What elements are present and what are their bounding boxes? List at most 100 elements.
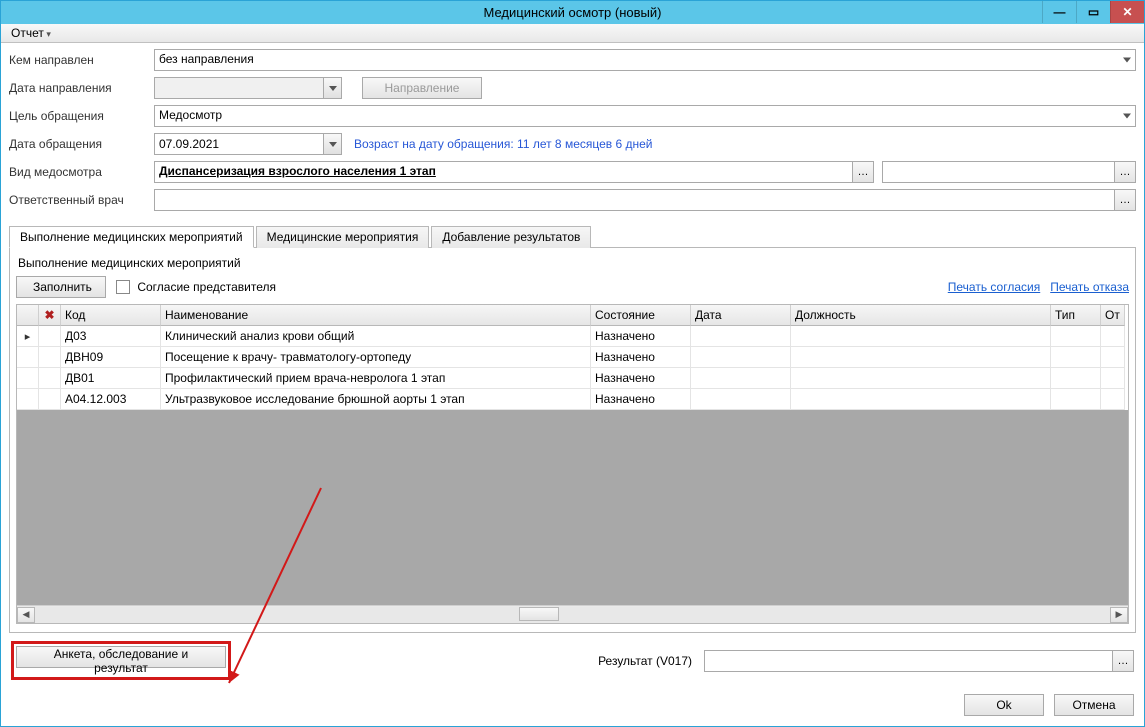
col-date[interactable]: Дата	[691, 305, 791, 326]
examtype-label: Вид медосмотра	[9, 165, 154, 179]
cell-state: Назначено	[591, 389, 691, 410]
tab-execution[interactable]: Выполнение медицинских мероприятий	[9, 226, 254, 248]
section-title: Выполнение медицинских мероприятий	[18, 256, 1129, 270]
cell-state: Назначено	[591, 347, 691, 368]
cell-name: Профилактический прием врача-невролога 1…	[161, 368, 591, 389]
result-label: Результат (V017)	[598, 654, 692, 668]
scroll-left-icon[interactable]: ◀	[17, 607, 35, 623]
fill-button[interactable]: Заполнить	[16, 276, 106, 298]
survey-button[interactable]: Анкета, обследование и результат	[16, 646, 226, 668]
result-browse-icon[interactable]: …	[1112, 650, 1134, 672]
cell-state: Назначено	[591, 368, 691, 389]
window-buttons: — ▭ ✕	[1042, 1, 1144, 23]
grid-hscroll[interactable]: ◀ ▶	[17, 605, 1128, 623]
tab-add-results[interactable]: Добавление результатов	[431, 226, 591, 248]
table-row[interactable]: ДВН09Посещение к врачу- травматологу-орт…	[17, 347, 1128, 368]
age-hint: Возраст на дату обращения: 11 лет 8 меся…	[354, 137, 653, 151]
table-row[interactable]: ДВ01Профилактический прием врача-невроло…	[17, 368, 1128, 389]
refdate-dropdown-icon[interactable]	[324, 77, 342, 99]
consent-checkbox-wrap[interactable]: Согласие представителя	[116, 280, 276, 295]
col-indicator	[17, 305, 39, 326]
print-refusal-link[interactable]: Печать отказа	[1050, 280, 1129, 294]
close-button[interactable]: ✕	[1110, 1, 1144, 23]
cell-state: Назначено	[591, 326, 691, 347]
doctor-input[interactable]	[154, 189, 1114, 211]
referrer-select[interactable]: без направления	[154, 49, 1136, 71]
referrer-label: Кем направлен	[9, 53, 154, 67]
table-row[interactable]: ▸Д03Клинический анализ крови общийНазнач…	[17, 326, 1128, 347]
col-state[interactable]: Состояние	[591, 305, 691, 326]
cell-date	[691, 326, 791, 347]
cell-position	[791, 347, 1051, 368]
cell-type	[1051, 389, 1101, 410]
consent-label: Согласие представителя	[137, 280, 276, 294]
form-area: Кем направлен без направления Дата напра…	[1, 43, 1144, 221]
purpose-value: Медосмотр	[159, 108, 222, 122]
window-root: Медицинский осмотр (новый) — ▭ ✕ Отчет К…	[0, 0, 1145, 727]
cancel-button[interactable]: Отмена	[1054, 694, 1134, 716]
col-code[interactable]: Код	[61, 305, 161, 326]
examtype-browse-icon[interactable]: …	[852, 161, 874, 183]
purpose-label: Цель обращения	[9, 109, 154, 123]
tab-activities[interactable]: Медицинские мероприятия	[256, 226, 430, 248]
menu-report[interactable]: Отчет	[7, 24, 55, 42]
scroll-track[interactable]	[35, 607, 1110, 623]
visitdate-input[interactable]	[154, 133, 324, 155]
cell-name: Посещение к врачу- травматологу-ортопеду	[161, 347, 591, 368]
grid: ✖ Код Наименование Состояние Дата Должно…	[16, 304, 1129, 624]
print-consent-link[interactable]: Печать согласия	[948, 280, 1040, 294]
col-position[interactable]: Должность	[791, 305, 1051, 326]
consent-checkbox[interactable]	[116, 280, 130, 294]
col-ot[interactable]: От	[1101, 305, 1125, 326]
minimize-button[interactable]: —	[1042, 1, 1076, 23]
visitdate-dropdown-icon[interactable]	[324, 133, 342, 155]
referrer-value: без направления	[159, 52, 254, 66]
examtype-value: Диспансеризация взрослого населения 1 эт…	[159, 164, 436, 178]
cell-date	[691, 389, 791, 410]
cell-type	[1051, 347, 1101, 368]
col-name[interactable]: Наименование	[161, 305, 591, 326]
refdate-input[interactable]	[154, 77, 324, 99]
referral-button[interactable]: Направление	[362, 77, 482, 99]
grid-body: ▸Д03Клинический анализ крови общийНазнач…	[17, 326, 1128, 410]
ok-button[interactable]: Ok	[964, 694, 1044, 716]
maximize-button[interactable]: ▭	[1076, 1, 1110, 23]
cell-position	[791, 389, 1051, 410]
result-input[interactable]	[704, 650, 1112, 672]
row-indicator	[17, 347, 39, 368]
row-delete-cell	[39, 326, 61, 347]
cell-ot	[1101, 368, 1125, 389]
row-indicator	[17, 368, 39, 389]
cell-name: Клинический анализ крови общий	[161, 326, 591, 347]
cell-name: Ультразвуковое исследование брюшной аорт…	[161, 389, 591, 410]
row-indicator	[17, 389, 39, 410]
doctor-browse-icon[interactable]: …	[1114, 189, 1136, 211]
cell-position	[791, 368, 1051, 389]
cell-type	[1051, 326, 1101, 347]
menubar: Отчет	[1, 24, 1144, 43]
cell-ot	[1101, 389, 1125, 410]
cell-date	[691, 368, 791, 389]
dialog-buttons: Ok Отмена	[1, 688, 1144, 726]
window-title: Медицинский осмотр (новый)	[1, 5, 1144, 20]
tab-content: Выполнение медицинских мероприятий Запол…	[9, 248, 1136, 633]
titlebar: Медицинский осмотр (новый) — ▭ ✕	[1, 1, 1144, 24]
cell-type	[1051, 368, 1101, 389]
doctor-label: Ответственный врач	[9, 193, 154, 207]
row-delete-cell	[39, 368, 61, 389]
cell-ot	[1101, 326, 1125, 347]
row-delete-cell	[39, 389, 61, 410]
examtype2-input[interactable]	[882, 161, 1114, 183]
col-delete-icon[interactable]: ✖	[39, 305, 61, 326]
scroll-thumb[interactable]	[519, 607, 559, 621]
tabs: Выполнение медицинских мероприятий Медиц…	[9, 225, 1136, 248]
purpose-select[interactable]: Медосмотр	[154, 105, 1136, 127]
examtype2-browse-icon[interactable]: …	[1114, 161, 1136, 183]
visitdate-label: Дата обращения	[9, 137, 154, 151]
col-type[interactable]: Тип	[1051, 305, 1101, 326]
table-row[interactable]: А04.12.003Ультразвуковое исследование бр…	[17, 389, 1128, 410]
highlight-annotation: Анкета, обследование и результат	[11, 641, 231, 680]
examtype-input[interactable]: Диспансеризация взрослого населения 1 эт…	[154, 161, 852, 183]
cell-code: А04.12.003	[61, 389, 161, 410]
scroll-right-icon[interactable]: ▶	[1110, 607, 1128, 623]
